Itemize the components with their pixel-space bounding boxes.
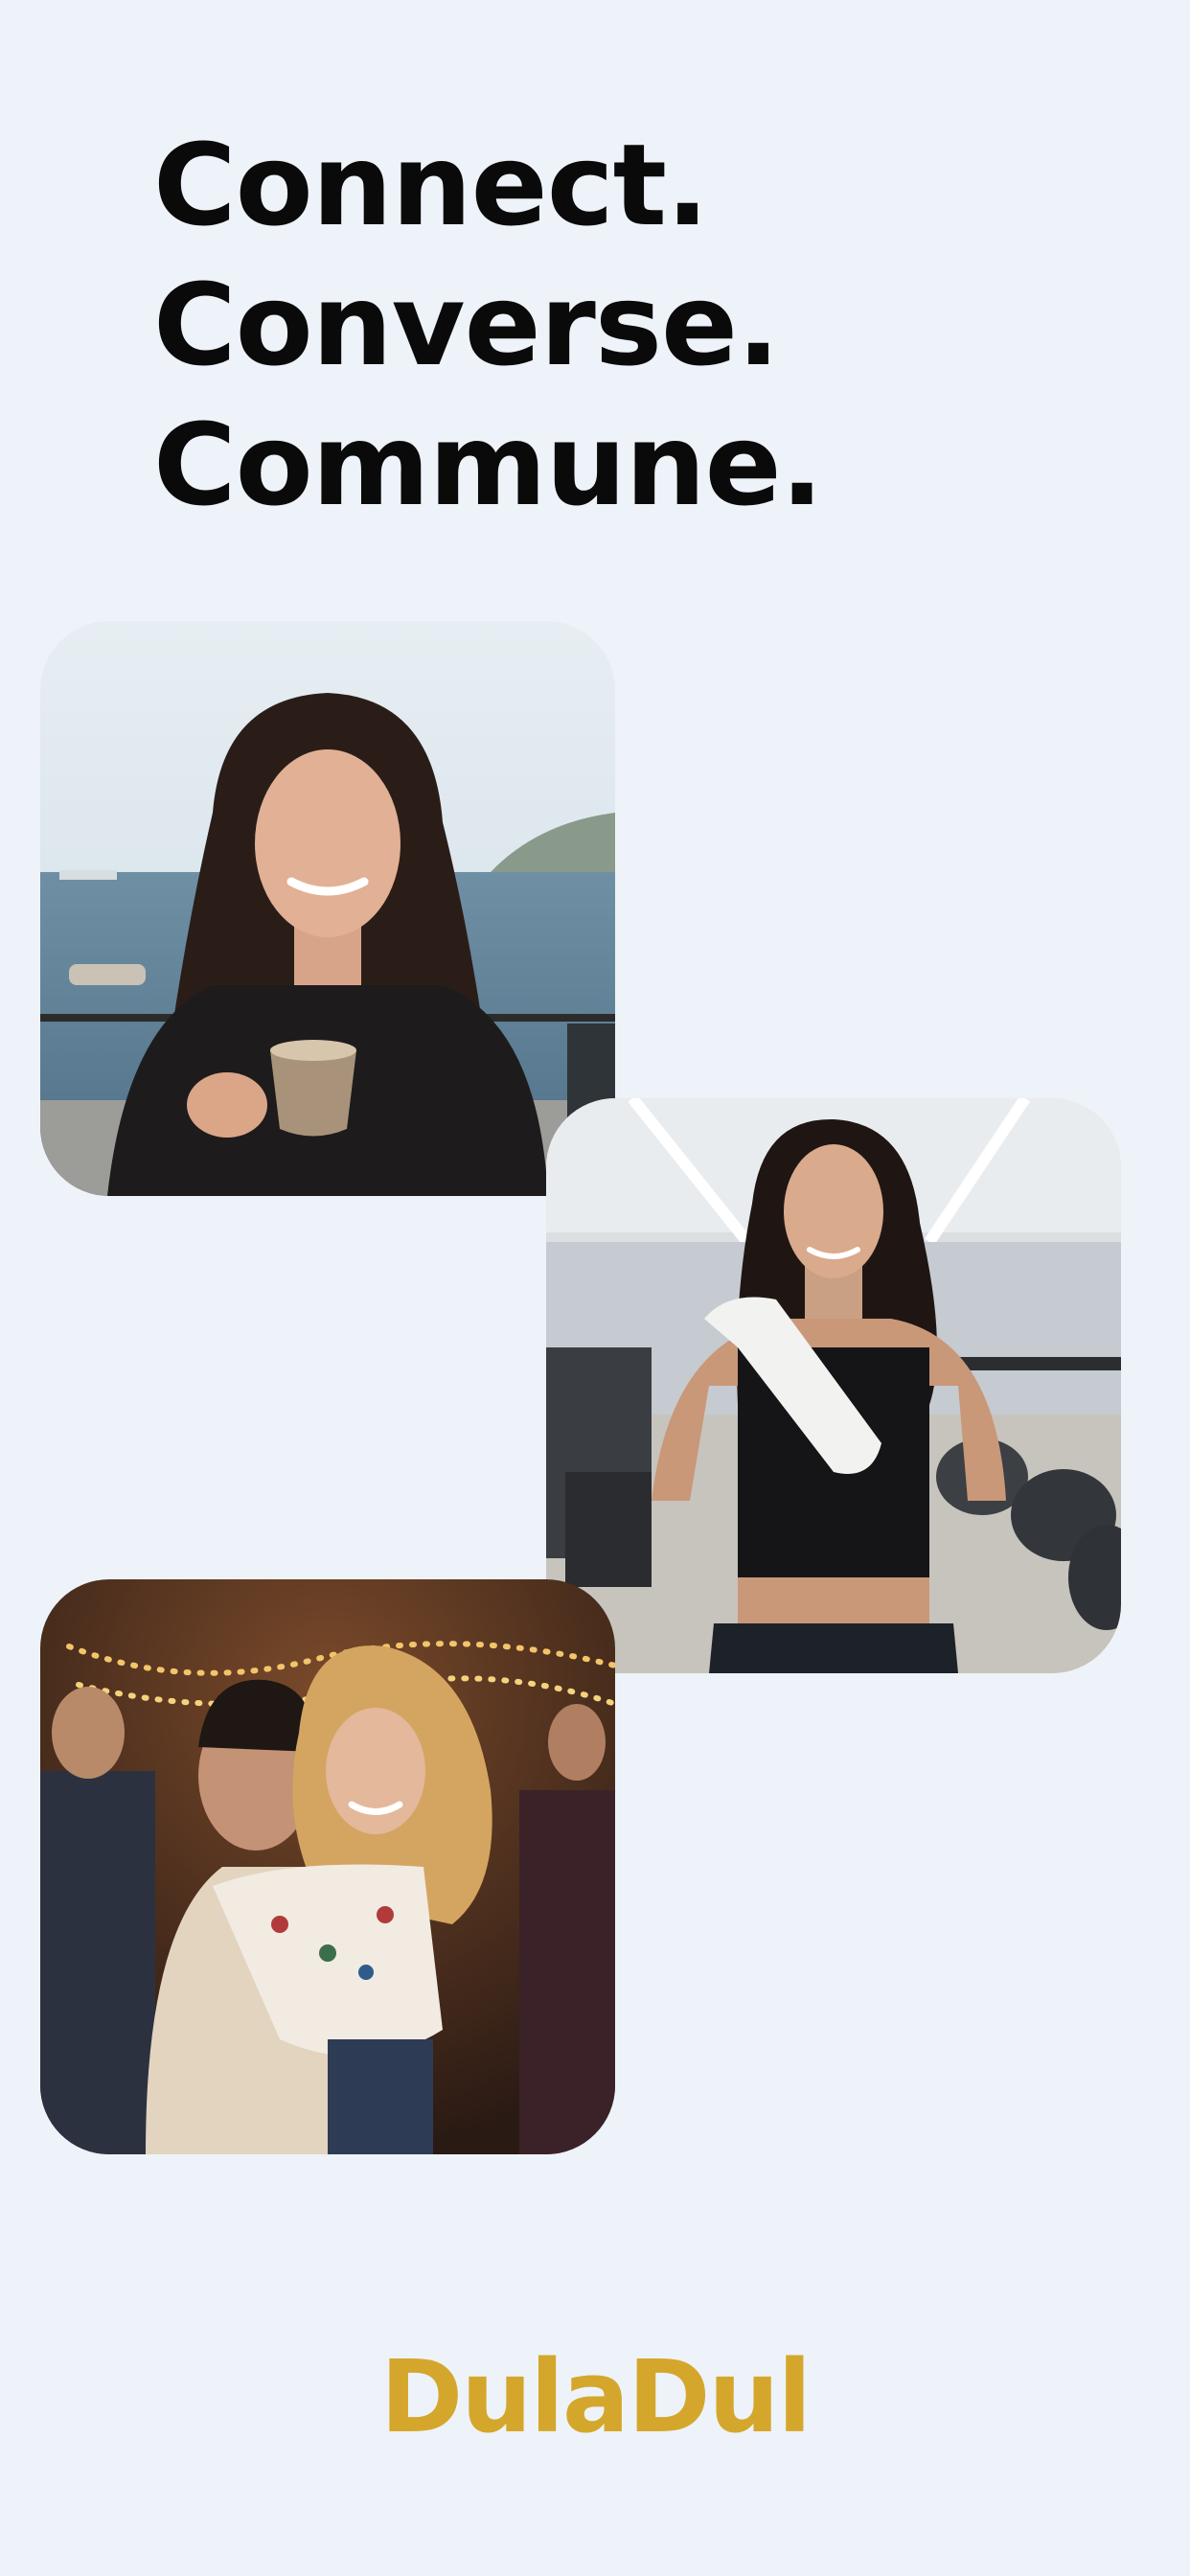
- headline-line-converse: Converse.: [153, 259, 780, 391]
- woman-with-coffee-by-harbor-photo: [40, 621, 615, 1196]
- headline-line-commune: Commune.: [153, 399, 823, 531]
- woman-at-gym-with-towel-photo: [546, 1098, 1121, 1673]
- brand-logo-wordmark: DulaDul: [379, 2338, 812, 2455]
- couple-dancing-at-party-photo: [40, 1579, 615, 2154]
- headline: Connect. Converse. Commune.: [153, 115, 823, 535]
- headline-line-connect: Connect.: [153, 119, 709, 251]
